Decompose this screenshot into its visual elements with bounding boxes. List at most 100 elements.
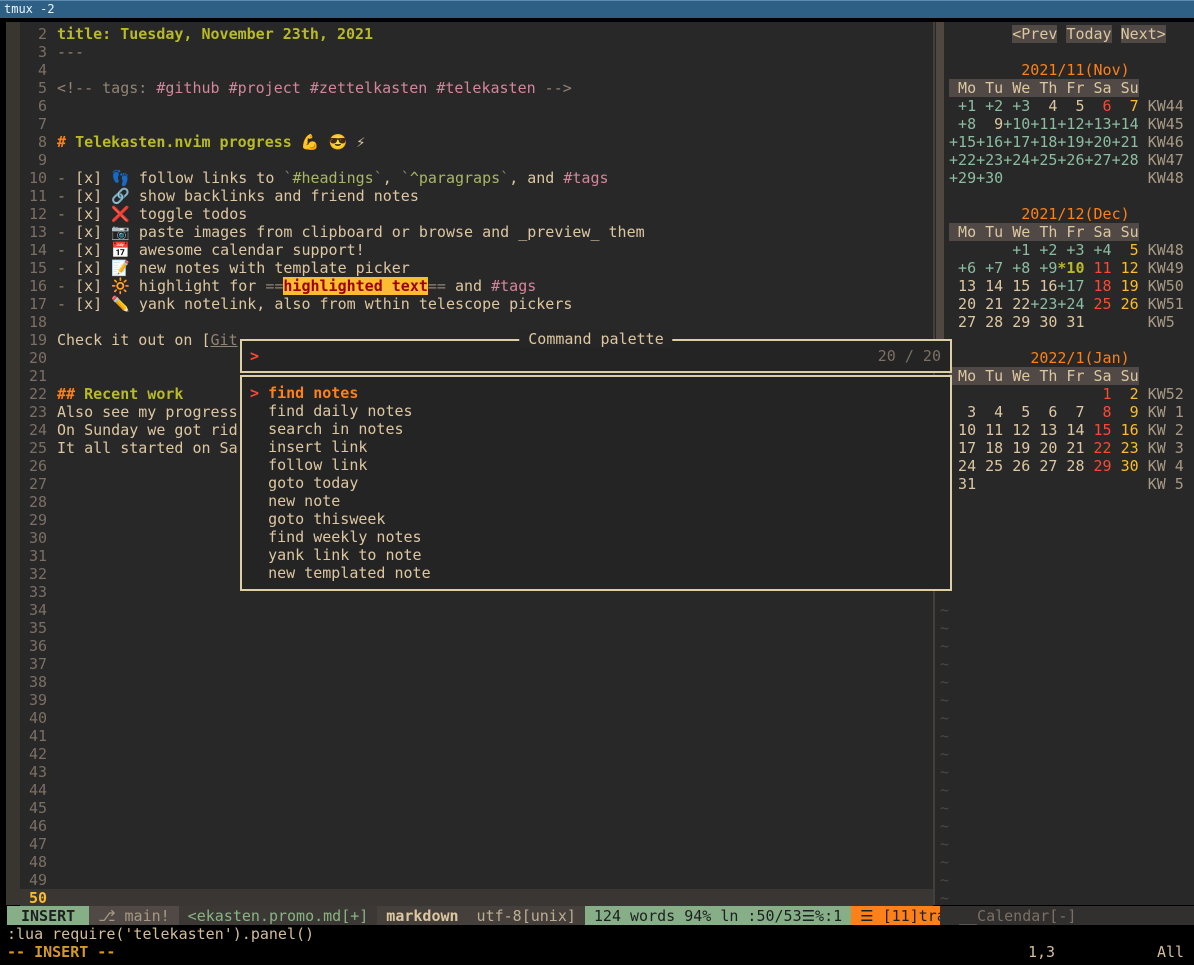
palette-item-insert-link[interactable]: insert link <box>242 438 950 456</box>
calendar-day-cell[interactable]: 24 <box>949 457 976 475</box>
calendar-day-cell[interactable]: 3 <box>949 403 976 421</box>
calendar-day-cell[interactable]: +21 <box>1112 133 1139 151</box>
editor-line-43[interactable]: 43 <box>20 763 933 781</box>
calendar-day-cell[interactable]: 9 <box>1112 403 1139 421</box>
calendar-day-cell[interactable]: 31 <box>949 475 976 493</box>
editor-line-47[interactable]: 47 <box>20 835 933 853</box>
calendar-day-cell[interactable]: +24 <box>1057 295 1084 313</box>
calendar-day-cell[interactable]: +16 <box>976 133 1003 151</box>
editor-line-42[interactable]: 42 <box>20 745 933 763</box>
editor-line-38[interactable]: 38 <box>20 673 933 691</box>
calendar-next-button[interactable]: Next> <box>1121 25 1166 43</box>
calendar-day-cell[interactable]: 2 <box>1112 385 1139 403</box>
calendar-today-button[interactable]: Today <box>1066 25 1111 43</box>
calendar-day-cell[interactable]: 14 <box>1057 421 1084 439</box>
calendar-day-cell[interactable]: 30 <box>1112 457 1139 475</box>
editor-line-14[interactable]: 14- [x] 📅 awesome calendar support! <box>20 241 933 259</box>
calendar-day-cell[interactable]: 19 <box>1003 439 1030 457</box>
calendar-day-cell[interactable]: 12 <box>1112 259 1139 277</box>
editor-line-39[interactable]: 39 <box>20 691 933 709</box>
calendar-day-cell[interactable]: 21 <box>1057 439 1084 457</box>
editor-line-45[interactable]: 45 <box>20 799 933 817</box>
editor-line-13[interactable]: 13- [x] 📷 paste images from clipboard or… <box>20 223 933 241</box>
calendar-day-cell[interactable]: 5 <box>1112 241 1139 259</box>
editor-line-36[interactable]: 36 <box>20 637 933 655</box>
calendar-day-cell[interactable]: 27 <box>949 313 976 331</box>
calendar-day-cell[interactable]: +19 <box>1057 133 1084 151</box>
editor-line-9[interactable]: 9 <box>20 151 933 169</box>
editor-line-44[interactable]: 44 <box>20 781 933 799</box>
calendar-day-cell[interactable]: 18 <box>1085 277 1112 295</box>
calendar-day-cell[interactable]: +29 <box>949 169 976 187</box>
calendar-day-cell[interactable]: 16 <box>1030 277 1057 295</box>
calendar-day-cell[interactable]: 23 <box>1112 439 1139 457</box>
calendar-day-cell[interactable]: 11 <box>1085 259 1112 277</box>
calendar-day-cell[interactable]: 28 <box>1057 457 1084 475</box>
editor-line-3[interactable]: 3--- <box>20 43 933 61</box>
calendar-day-cell[interactable]: +25 <box>1030 151 1057 169</box>
calendar-day-cell[interactable]: 19 <box>1112 277 1139 295</box>
calendar-day-cell[interactable]: 16 <box>1112 421 1139 439</box>
calendar-day-cell[interactable]: +1 <box>949 97 976 115</box>
calendar-day-cell[interactable]: +2 <box>1030 241 1057 259</box>
palette-item-new-templated-note[interactable]: new templated note <box>242 564 950 582</box>
calendar-day-cell[interactable]: +23 <box>1030 295 1057 313</box>
editor-line-7[interactable]: 7 <box>20 115 933 133</box>
calendar-day-cell[interactable]: +13 <box>1085 115 1112 133</box>
editor-line-12[interactable]: 12- [x] ❌ toggle todos <box>20 205 933 223</box>
calendar-day-cell[interactable]: 26 <box>1003 457 1030 475</box>
calendar-day-cell[interactable]: +11 <box>1030 115 1057 133</box>
calendar-day-cell[interactable]: 25 <box>976 457 1003 475</box>
calendar-day-cell[interactable]: 31 <box>1057 313 1084 331</box>
calendar-day-cell[interactable]: 8 <box>1085 403 1112 421</box>
editor-line-41[interactable]: 41 <box>20 727 933 745</box>
editor-line-8[interactable]: 8# Telekasten.nvim progress 💪 😎 ⚡ <box>20 133 933 151</box>
calendar-day-cell[interactable]: 15 <box>1003 277 1030 295</box>
calendar-day-cell[interactable]: 25 <box>1085 295 1112 313</box>
command-palette-prompt[interactable]: Command palette > 20 / 20 <box>240 339 952 373</box>
calendar-day-cell[interactable]: 18 <box>976 439 1003 457</box>
editor-line-37[interactable]: 37 <box>20 655 933 673</box>
calendar-day-cell[interactable]: 5 <box>1003 403 1030 421</box>
editor-line-18[interactable]: 18 <box>20 313 933 331</box>
calendar-day-cell[interactable]: 4 <box>976 403 1003 421</box>
calendar-day-cell[interactable]: *10 <box>1057 259 1084 277</box>
calendar-day-cell[interactable]: +20 <box>1085 133 1112 151</box>
palette-item-search-in-notes[interactable]: search in notes <box>242 420 950 438</box>
calendar-day-cell[interactable]: +28 <box>1112 151 1139 169</box>
palette-item-find-daily-notes[interactable]: find daily notes <box>242 402 950 420</box>
calendar-day-cell[interactable]: 14 <box>976 277 1003 295</box>
palette-item-goto-today[interactable]: goto today <box>242 474 950 492</box>
calendar-day-cell[interactable]: +14 <box>1112 115 1139 133</box>
editor-line-46[interactable]: 46 <box>20 817 933 835</box>
calendar-day-cell[interactable]: 6 <box>1085 97 1112 115</box>
calendar-day-cell[interactable]: +10 <box>1003 115 1030 133</box>
editor-line-49[interactable]: 49 <box>20 871 933 889</box>
calendar-day-cell[interactable]: +27 <box>1085 151 1112 169</box>
calendar-day-cell[interactable]: +4 <box>1085 241 1112 259</box>
editor-line-35[interactable]: 35 <box>20 619 933 637</box>
calendar-day-cell[interactable]: +24 <box>1003 151 1030 169</box>
calendar-day-cell[interactable]: 29 <box>1085 457 1112 475</box>
palette-item-follow-link[interactable]: follow link <box>242 456 950 474</box>
calendar-day-cell[interactable]: +3 <box>1003 97 1030 115</box>
calendar-panel[interactable]: <Prev Today Next> 2021/11(Nov) Mo Tu We … <box>940 25 1184 907</box>
calendar-prev-button[interactable]: <Prev <box>1012 25 1057 43</box>
calendar-day-cell[interactable]: +8 <box>949 115 976 133</box>
calendar-day-cell[interactable]: 13 <box>949 277 976 295</box>
calendar-day-cell[interactable]: +26 <box>1057 151 1084 169</box>
calendar-day-cell[interactable]: 28 <box>976 313 1003 331</box>
calendar-day-cell[interactable]: 30 <box>1030 313 1057 331</box>
calendar-day-cell[interactable]: 5 <box>1057 97 1084 115</box>
calendar-day-cell[interactable]: +6 <box>949 259 976 277</box>
calendar-day-cell[interactable]: 9 <box>976 115 1003 133</box>
palette-item-yank-link-to-note[interactable]: yank link to note <box>242 546 950 564</box>
calendar-day-cell[interactable]: +7 <box>976 259 1003 277</box>
calendar-day-cell[interactable]: +3 <box>1057 241 1084 259</box>
palette-item-new-note[interactable]: new note <box>242 492 950 510</box>
calendar-day-cell[interactable]: 11 <box>976 421 1003 439</box>
terminal-scrollbar[interactable] <box>6 22 20 905</box>
editor-line-4[interactable]: 4 <box>20 61 933 79</box>
calendar-day-cell[interactable]: 29 <box>1003 313 1030 331</box>
calendar-day-cell[interactable]: 20 <box>1030 439 1057 457</box>
